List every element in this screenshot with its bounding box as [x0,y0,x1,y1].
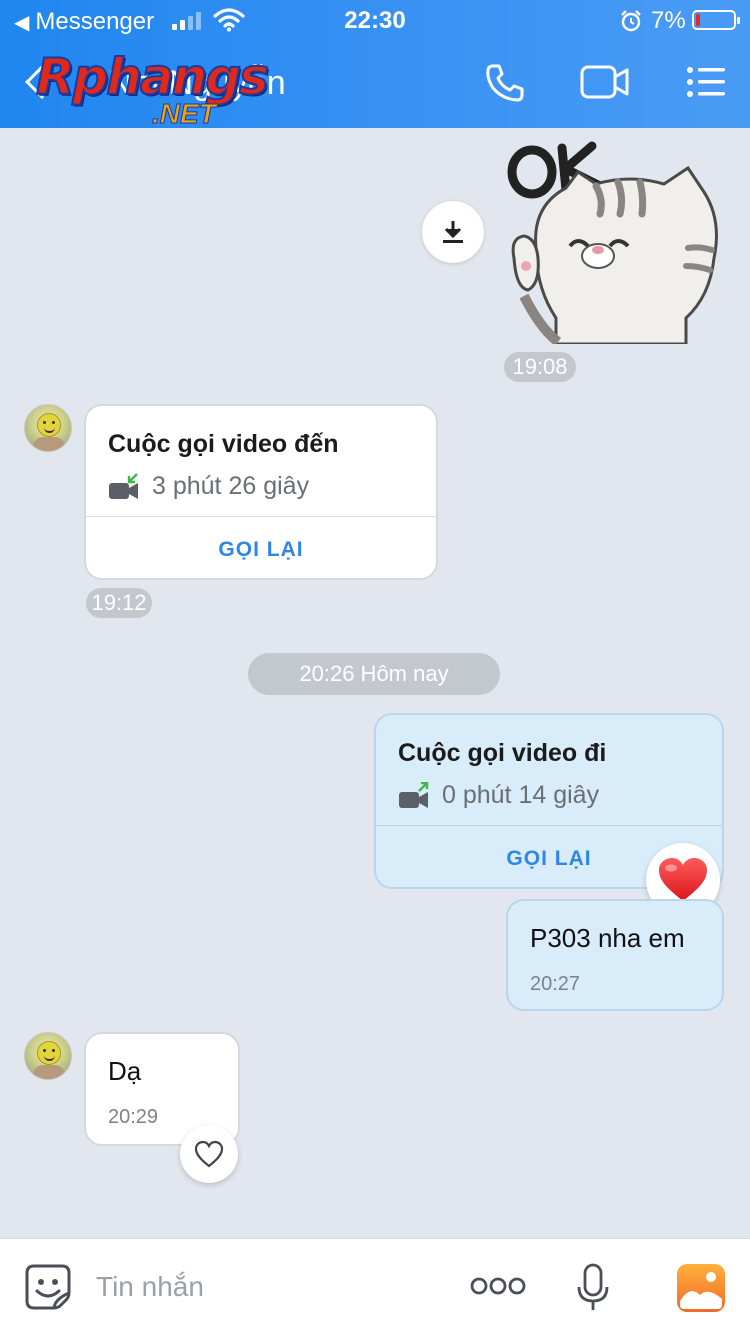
incoming-video-call-card[interactable]: Cuộc gọi video đến 3 phút 26 giây GỌI LẠ… [84,404,438,580]
battery-percent: 7% [651,7,686,34]
react-heart-button[interactable] [180,1125,238,1183]
card-divider [86,516,436,517]
call-duration-row: 0 phút 14 giây [398,781,599,810]
message-time: 20:27 [530,973,581,995]
date-divider: 20:26 Hôm nay [248,653,500,695]
message-input[interactable]: Tin nhắn [96,1271,204,1303]
message-time: 20:29 [108,1106,159,1128]
incoming-video-icon [109,472,138,499]
phone-call-icon[interactable] [484,62,526,104]
outgoing-video-icon [399,781,429,808]
download-icon [443,221,463,243]
top-bar: ◀ Messenger 22:30 7% Nhi Nguyễn Rphangs … [0,0,750,130]
message-text: P303 nha em [530,923,685,953]
video-call-icon[interactable] [580,62,630,102]
microphone-icon[interactable] [576,1263,610,1313]
status-bar: ◀ Messenger 22:30 7% [0,0,750,40]
contact-avatar[interactable] [24,404,72,452]
red-heart-icon [659,858,707,901]
more-options-icon[interactable] [470,1275,526,1297]
message-text: Dạ [108,1056,142,1086]
callback-button[interactable]: GỌI LẠI [86,538,436,562]
sticker-emoji-icon[interactable] [24,1263,72,1311]
call-duration: 0 phút 14 giây [442,781,600,809]
alarm-icon [621,10,641,32]
menu-list-icon[interactable] [686,62,726,102]
card-divider [376,825,722,826]
heart-outline-icon [194,1140,224,1168]
call-title: Cuộc gọi video đến [108,430,339,458]
chat-area[interactable]: 19:08 Cuộc gọi video đến 3 phút 26 giây … [0,128,750,1238]
gallery-image-icon[interactable] [676,1263,726,1313]
timestamp-pill: 19:08 [504,352,576,382]
call-duration-row: 3 phút 26 giây [108,472,309,501]
download-sticker-button[interactable] [422,201,484,263]
watermark-line2: .NET [152,98,217,130]
watermark-logo: Rphangs .NET [35,47,270,130]
contact-avatar[interactable] [24,1032,72,1080]
outgoing-message[interactable]: P303 nha em 20:27 [506,899,724,1011]
battery-icon [692,10,740,30]
call-title: Cuộc gọi video đi [398,739,607,767]
call-duration: 3 phút 26 giây [152,472,310,500]
timestamp-pill: 19:12 [86,588,152,618]
ok-cat-sticker[interactable] [500,128,730,344]
message-input-bar: Tin nhắn [0,1238,750,1334]
